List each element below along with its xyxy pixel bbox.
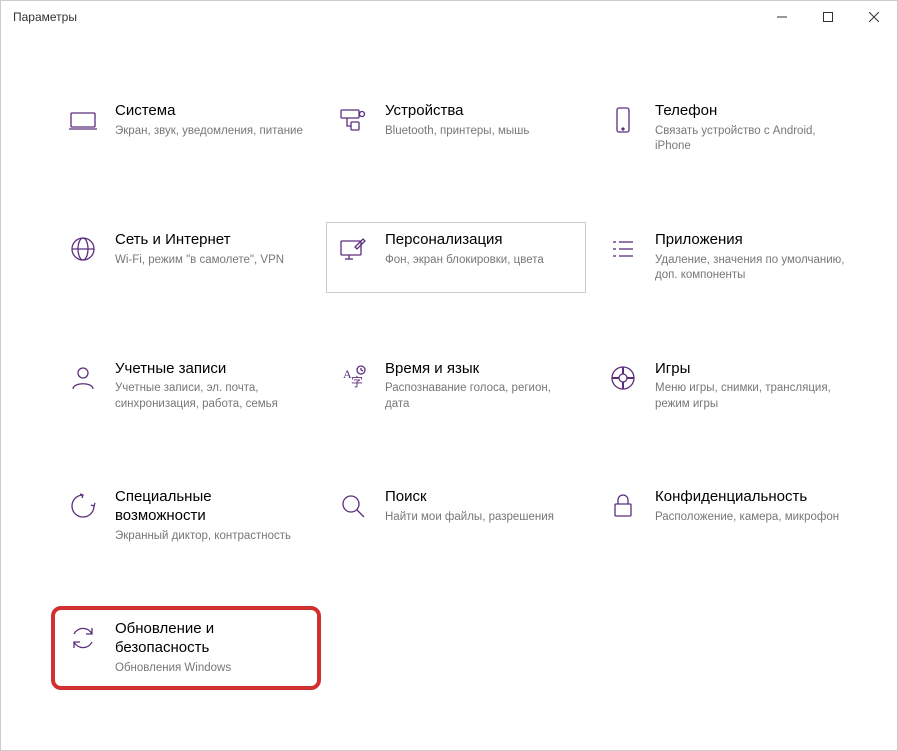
tile-title: Конфиденциальность	[655, 488, 845, 507]
tile-title: Система	[115, 102, 305, 121]
settings-content: Система Экран, звук, уведомления, питани…	[1, 33, 897, 715]
privacy-icon	[607, 490, 639, 522]
search-icon	[337, 490, 369, 522]
settings-grid: Система Экран, звук, уведомления, питани…	[56, 93, 867, 685]
window-title: Параметры	[13, 10, 77, 24]
apps-icon	[607, 233, 639, 265]
tile-desc: Обновления Windows	[115, 661, 305, 677]
minimize-button[interactable]	[759, 1, 805, 33]
tile-ease-of-access[interactable]: Специальные возможности Экранный диктор,…	[56, 479, 316, 553]
close-button[interactable]	[851, 1, 897, 33]
tile-title: Игры	[655, 360, 845, 379]
tile-desc: Меню игры, снимки, трансляция, режим игр…	[655, 381, 845, 412]
tile-accounts[interactable]: Учетные записи Учетные записи, эл. почта…	[56, 351, 316, 422]
tile-title: Время и язык	[385, 360, 575, 379]
accounts-icon	[67, 362, 99, 394]
tile-system[interactable]: Система Экран, звук, уведомления, питани…	[56, 93, 316, 164]
maximize-button[interactable]	[805, 1, 851, 33]
tile-time-language[interactable]: A字 Время и язык Распознавание голоса, ре…	[326, 351, 586, 422]
tile-desc: Удаление, значения по умолчанию, доп. ко…	[655, 253, 845, 284]
tile-title: Устройства	[385, 102, 575, 121]
tile-network[interactable]: Сеть и Интернет Wi-Fi, режим "в самолете…	[56, 222, 316, 293]
tile-title: Сеть и Интернет	[115, 231, 305, 250]
tile-privacy[interactable]: Конфиденциальность Расположение, камера,…	[596, 479, 856, 553]
tile-desc: Распознавание голоса, регион, дата	[385, 381, 575, 412]
phone-icon	[607, 104, 639, 136]
time-language-icon: A字	[337, 362, 369, 394]
tile-personalization[interactable]: Персонализация Фон, экран блокировки, цв…	[326, 222, 586, 293]
personalization-icon	[337, 233, 369, 265]
tile-gaming[interactable]: Игры Меню игры, снимки, трансляция, режи…	[596, 351, 856, 422]
titlebar: Параметры	[1, 1, 897, 33]
network-icon	[67, 233, 99, 265]
tile-devices[interactable]: Устройства Bluetooth, принтеры, мышь	[326, 93, 586, 164]
tile-title: Учетные записи	[115, 360, 305, 379]
tile-desc: Связать устройство с Android, iPhone	[655, 124, 845, 155]
tile-desc: Расположение, камера, микрофон	[655, 510, 845, 526]
svg-text:字: 字	[351, 374, 363, 389]
tile-desc: Найти мои файлы, разрешения	[385, 510, 575, 526]
tile-desc: Wi-Fi, режим "в самолете", VPN	[115, 253, 305, 269]
tile-search[interactable]: Поиск Найти мои файлы, разрешения	[326, 479, 586, 553]
tile-desc: Экран, звук, уведомления, питание	[115, 124, 305, 140]
tile-title: Поиск	[385, 488, 575, 507]
tile-title: Специальные возможности	[115, 488, 305, 526]
tile-desc: Учетные записи, эл. почта, синхронизация…	[115, 381, 305, 412]
tile-desc: Bluetooth, принтеры, мышь	[385, 124, 575, 140]
tile-desc: Фон, экран блокировки, цвета	[385, 253, 575, 269]
tile-title: Персонализация	[385, 231, 575, 250]
tile-title: Телефон	[655, 102, 845, 121]
gaming-icon	[607, 362, 639, 394]
tile-phone[interactable]: Телефон Связать устройство с Android, iP…	[596, 93, 856, 164]
tile-title: Приложения	[655, 231, 845, 250]
tile-title: Обновление и безопасность	[115, 620, 305, 658]
system-icon	[67, 104, 99, 136]
ease-of-access-icon	[67, 490, 99, 522]
tile-desc: Экранный диктор, контрастность	[115, 529, 305, 545]
update-security-icon	[67, 622, 99, 654]
settings-window: Параметры Система Экран, звук, уведомлен…	[0, 0, 898, 751]
tile-apps[interactable]: Приложения Удаление, значения по умолчан…	[596, 222, 856, 293]
tile-update-security[interactable]: Обновление и безопасность Обновления Win…	[56, 611, 316, 685]
devices-icon	[337, 104, 369, 136]
